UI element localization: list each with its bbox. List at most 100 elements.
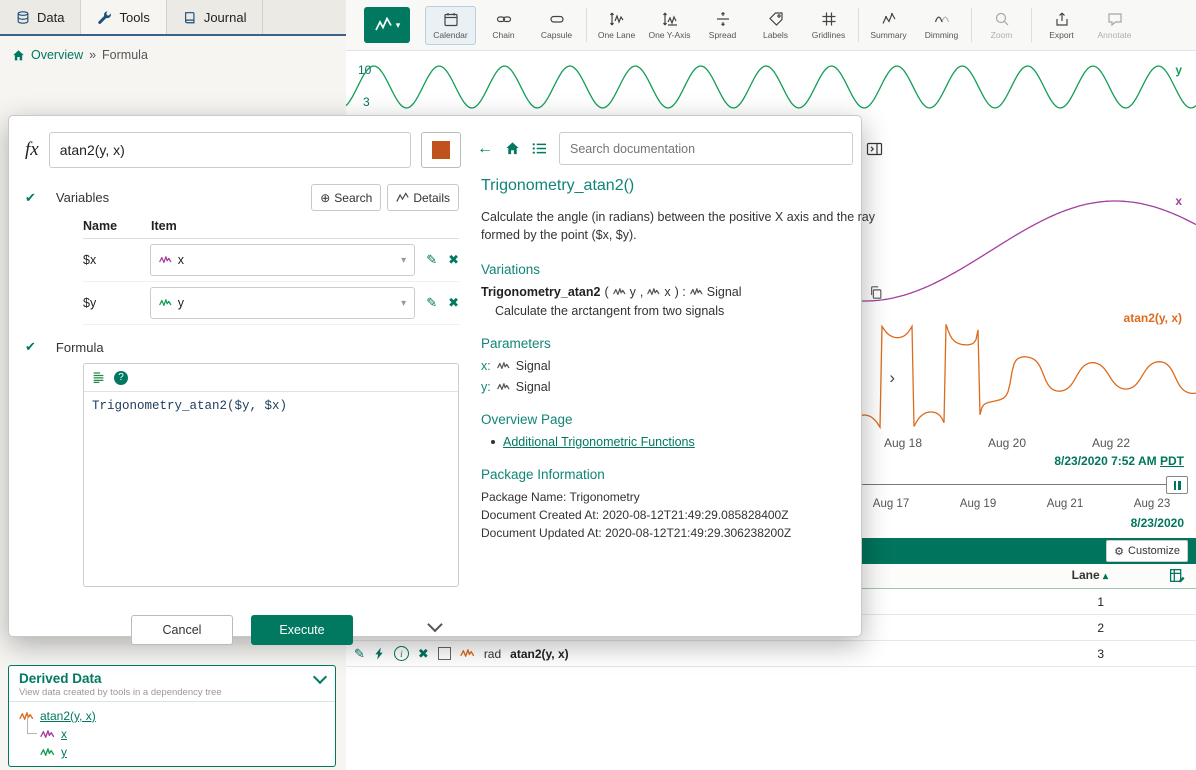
tab-tools-label: Tools xyxy=(119,10,149,25)
timezone-link[interactable]: PDT xyxy=(1160,454,1184,468)
parameters-heading: Parameters xyxy=(481,336,883,351)
tree-item-y[interactable]: y xyxy=(40,743,325,761)
variation-description: Calculate the arctangent from two signal… xyxy=(495,304,883,318)
derived-data-tree: atan2(y, x) x y xyxy=(9,702,335,766)
collapse-panel-icon[interactable] xyxy=(866,141,883,157)
search-items-button[interactable]: ⊕ Search xyxy=(311,184,381,211)
customize-button[interactable]: ⚙ Customize xyxy=(1106,540,1188,562)
lane-cell: 1 xyxy=(1097,595,1104,609)
toolbar-button-one-lane[interactable]: One Lane xyxy=(591,6,642,45)
summary-icon xyxy=(881,11,897,27)
toolbar-button-summary[interactable]: Summary xyxy=(863,6,914,45)
view-mode-button[interactable]: ▾ xyxy=(364,7,410,43)
formula-code[interactable]: Trigonometry_atan2($y, $x) xyxy=(84,392,458,420)
variation-arg: x xyxy=(664,285,670,299)
chevron-down-icon: ▾ xyxy=(401,255,406,266)
variation-return-type: Signal xyxy=(707,285,742,299)
range-handle[interactable] xyxy=(1166,476,1188,494)
home-icon[interactable] xyxy=(505,141,520,156)
series-label-atan2[interactable]: atan2(y, x) xyxy=(1124,311,1182,325)
toolbar-label: Capsule xyxy=(541,30,572,40)
y-axis-tick: 10 xyxy=(358,63,371,77)
breadcrumb-overview-link[interactable]: Overview xyxy=(31,48,83,62)
documentation-search-input[interactable] xyxy=(559,132,853,165)
toolbar-button-capsule[interactable]: Capsule xyxy=(531,6,582,45)
variations-heading: Variations xyxy=(481,262,883,277)
parameter-name: y: xyxy=(481,380,491,394)
spread-icon xyxy=(715,11,731,27)
signal-icon xyxy=(647,287,660,297)
toolbar-button-calendar[interactable]: Calendar xyxy=(425,6,476,45)
index-list-icon[interactable] xyxy=(532,142,547,155)
toolbar-label: Summary xyxy=(870,30,906,40)
edit-icon[interactable]: ✎ xyxy=(354,646,365,662)
edit-variable-icon[interactable]: ✎ xyxy=(426,252,437,268)
back-icon[interactable]: ← xyxy=(477,140,493,158)
variables-section-title: Variables xyxy=(56,190,109,205)
toolbar-button-labels[interactable]: Labels xyxy=(750,6,801,45)
home-icon[interactable] xyxy=(12,49,25,62)
formula-name-input[interactable] xyxy=(49,132,411,168)
remove-variable-icon[interactable]: ✖ xyxy=(448,295,459,311)
remove-icon[interactable]: ✖ xyxy=(418,646,429,662)
toolbar-label: Annotate xyxy=(1097,30,1131,40)
edit-variable-icon[interactable]: ✎ xyxy=(426,295,437,311)
overview-page-heading: Overview Page xyxy=(481,412,883,427)
details-button[interactable]: Details xyxy=(387,184,459,211)
toolbar-button-gridlines[interactable]: Gridlines xyxy=(803,6,854,45)
toolbar-button-chain[interactable]: Chain xyxy=(478,6,529,45)
document-icon[interactable] xyxy=(92,371,105,384)
signal-name-cell[interactable]: atan2(y, x) xyxy=(510,647,568,661)
copy-icon[interactable] xyxy=(869,285,883,300)
cancel-button[interactable]: Cancel xyxy=(131,615,233,645)
bolt-icon[interactable] xyxy=(374,647,385,660)
lane-cell: 2 xyxy=(1097,621,1104,635)
toolbar-button-spread[interactable]: Spread xyxy=(697,6,748,45)
info-icon[interactable]: i xyxy=(394,646,409,661)
variables-col-item: Item xyxy=(151,219,177,233)
derived-data-panel: Derived Data View data created by tools … xyxy=(8,665,336,767)
variation-fname: Trigonometry_atan2 xyxy=(481,285,600,299)
execute-button[interactable]: Execute xyxy=(251,615,353,645)
tab-journal[interactable]: Journal xyxy=(167,0,264,34)
tree-item-atan2[interactable]: atan2(y, x) xyxy=(19,707,325,725)
capsule-icon xyxy=(549,11,565,27)
table-row[interactable]: ✎ i ✖ rad atan2(y, x) 3 xyxy=(346,641,1196,667)
variable-row: $x x ▾ ✎ ✖ xyxy=(83,239,459,282)
signal-icon xyxy=(497,382,510,392)
variable-item-select[interactable]: y ▾ xyxy=(150,287,415,319)
variable-item-select[interactable]: x ▾ xyxy=(150,244,415,276)
tree-item-x[interactable]: x xyxy=(40,725,325,743)
tree-item-x-link[interactable]: x xyxy=(61,727,67,741)
additional-trig-functions-link[interactable]: Additional Trigonometric Functions xyxy=(503,435,695,449)
signal-icon xyxy=(159,255,172,265)
lane-column-header[interactable]: Lane ▴ xyxy=(1072,568,1108,582)
toolbar-button-dimming[interactable]: Dimming xyxy=(916,6,967,45)
display-range-timestamp[interactable]: 8/23/2020 7:52 AM xyxy=(1054,454,1156,468)
variables-table: Name Item $x x ▾ ✎ ✖ $y xyxy=(83,219,459,325)
formula-form: fx ✔ Variables ⊕ Search Details xyxy=(9,116,473,636)
chain-icon xyxy=(496,11,512,27)
remove-variable-icon[interactable]: ✖ xyxy=(448,252,459,268)
derived-data-subtitle: View data created by tools in a dependen… xyxy=(19,687,325,698)
tree-item-atan2-link[interactable]: atan2(y, x) xyxy=(40,709,96,723)
toolbar-button-annotate[interactable]: Annotate xyxy=(1089,6,1140,45)
formula-tool-dialog: fx ✔ Variables ⊕ Search Details xyxy=(8,115,862,637)
color-picker-button[interactable] xyxy=(421,132,461,168)
derived-data-header[interactable]: Derived Data View data created by tools … xyxy=(9,666,335,702)
tree-item-y-link[interactable]: y xyxy=(61,745,67,759)
series-label-x[interactable]: x xyxy=(1175,194,1182,208)
tab-data[interactable]: Data xyxy=(0,0,81,34)
select-checkbox[interactable] xyxy=(438,647,451,660)
toolbar-button-export[interactable]: Export xyxy=(1036,6,1087,45)
toolbar-button-one-y-axis[interactable]: One Y-Axis xyxy=(644,6,695,45)
variation-arg: y xyxy=(630,285,636,299)
x-axis-label: Aug 22 xyxy=(1092,436,1130,450)
circled-plus-icon: ⊕ xyxy=(320,191,330,205)
help-icon[interactable]: ? xyxy=(114,371,128,385)
toolbar-button-zoom[interactable]: Zoom xyxy=(976,6,1027,45)
tab-tools[interactable]: Tools xyxy=(81,0,166,34)
expand-panel-chevron[interactable]: › xyxy=(889,368,895,388)
series-label-y[interactable]: y xyxy=(1175,63,1182,77)
add-column-icon[interactable] xyxy=(1169,567,1186,589)
